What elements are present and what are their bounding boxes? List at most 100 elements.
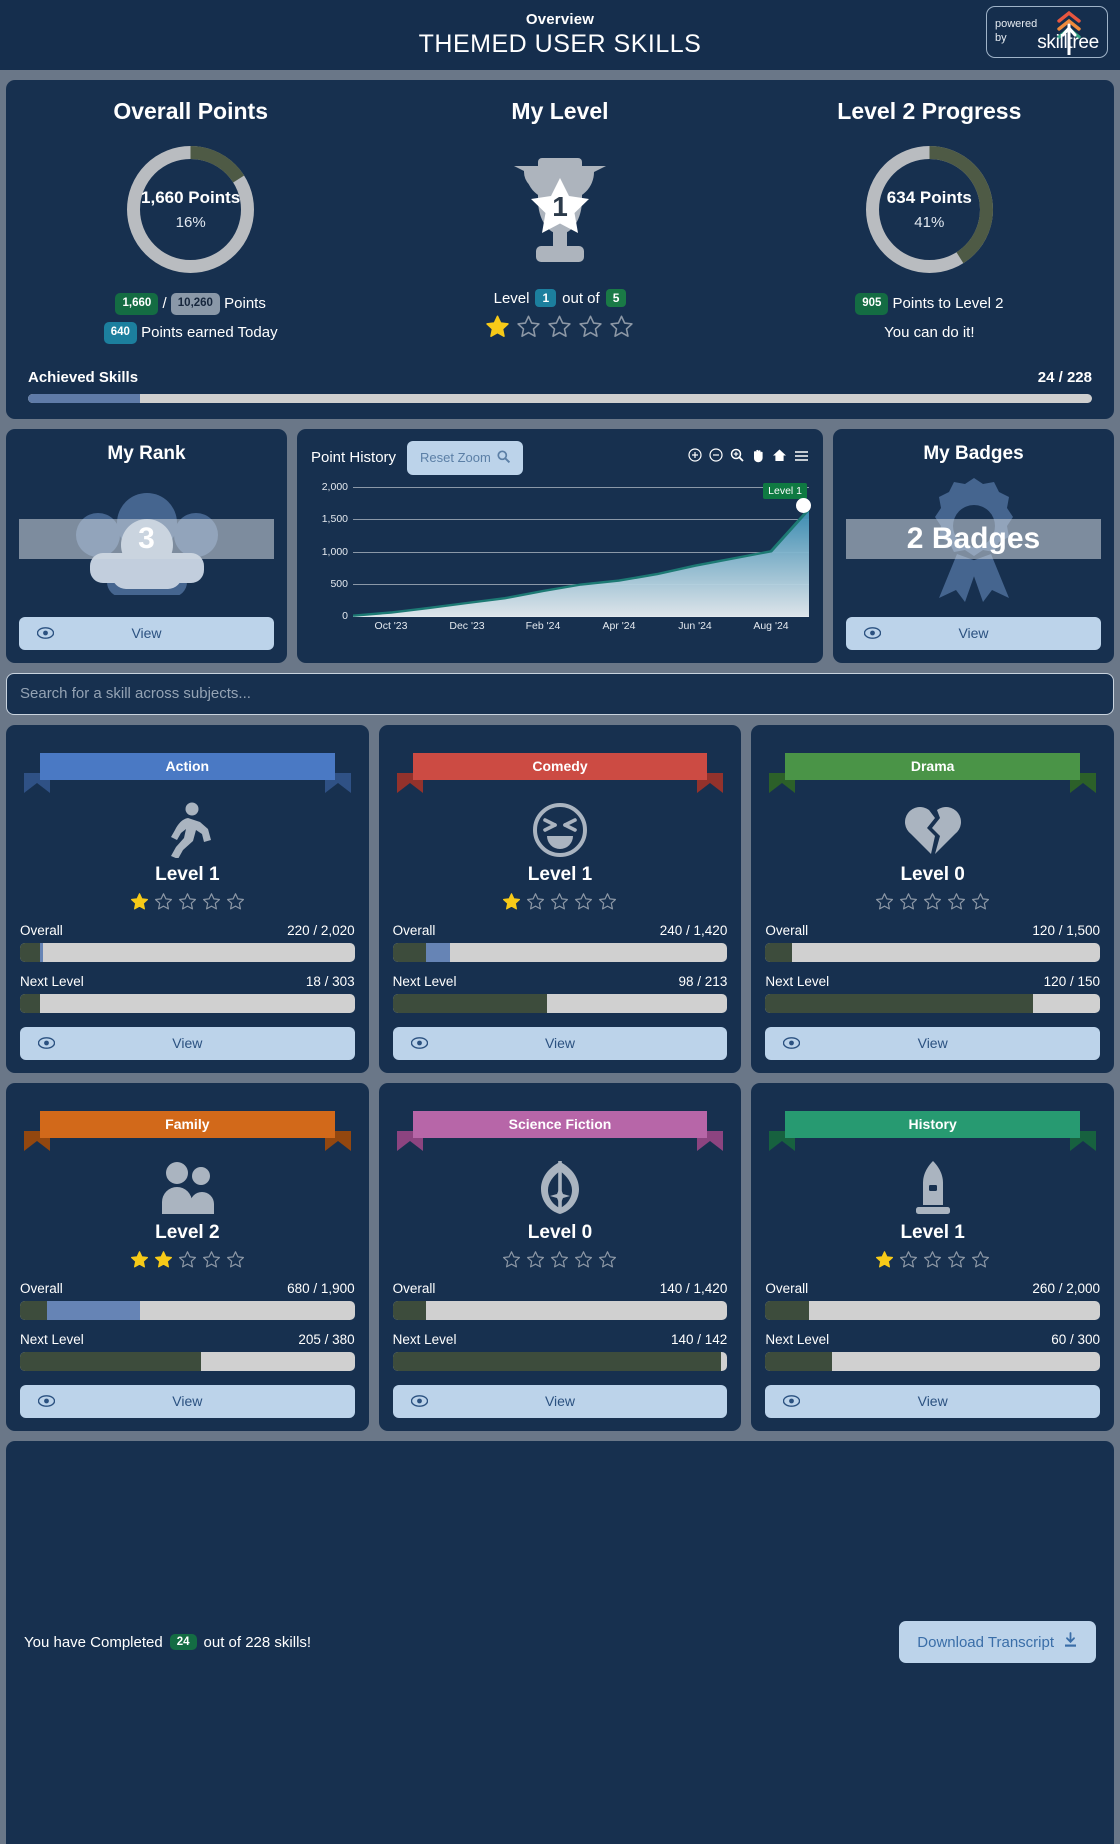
skill-ribbon: Action bbox=[24, 752, 351, 798]
menu-icon[interactable] bbox=[794, 449, 809, 467]
home-icon[interactable] bbox=[772, 448, 787, 467]
overall-progress: Overall 260 / 2,000 bbox=[765, 1281, 1100, 1320]
download-transcript-button[interactable]: Download Transcript bbox=[899, 1621, 1096, 1664]
next-level-bar bbox=[392, 1351, 728, 1371]
skill-view-button[interactable]: View bbox=[765, 1026, 1100, 1060]
page-title: THEMED USER SKILLS bbox=[418, 30, 702, 58]
overall-progress: Overall 140 / 1,420 bbox=[392, 1281, 728, 1320]
next-level-progress: Next Level 140 / 142 bbox=[392, 1331, 728, 1371]
skill-view-label: View bbox=[917, 1393, 948, 1409]
reset-zoom-button[interactable]: Reset Zoom bbox=[407, 440, 523, 475]
star-icon bbox=[154, 1250, 172, 1267]
overall-bar-olive-segment bbox=[392, 942, 427, 962]
next-level-bar bbox=[392, 993, 728, 1013]
next-level-bar-fill bbox=[392, 993, 547, 1013]
star-icon bbox=[130, 1250, 148, 1267]
skill-view-button[interactable]: View bbox=[392, 1384, 728, 1418]
star-icon bbox=[202, 892, 220, 909]
overall-progress-value: 240 / 1,420 bbox=[659, 922, 728, 938]
logo-powered-text: powered bbox=[995, 18, 1038, 31]
skill-view-button[interactable]: View bbox=[20, 1384, 355, 1418]
family-group-icon bbox=[20, 1158, 355, 1218]
pan-icon[interactable] bbox=[751, 448, 765, 468]
point-history-plot: 2,000 1,500 1,000 500 0 Level 1 bbox=[311, 481, 811, 622]
next-level-label: Next Level bbox=[20, 1331, 84, 1347]
zoom-in-icon[interactable] bbox=[688, 448, 702, 467]
star-icon bbox=[579, 315, 603, 337]
laughing-face-icon bbox=[393, 800, 728, 860]
points-word: Points bbox=[224, 295, 266, 312]
overall-progress-bar bbox=[392, 942, 728, 962]
page-header: Overview THEMED USER SKILLS powered by s… bbox=[0, 0, 1120, 70]
skill-name: History bbox=[785, 1110, 1080, 1138]
next-level-bar bbox=[765, 993, 1100, 1013]
skill-view-button[interactable]: View bbox=[765, 1384, 1100, 1418]
next-level-bar-fill bbox=[20, 1351, 201, 1371]
next-level-progress: Next Level 120 / 150 bbox=[765, 974, 1100, 1013]
overall-progress-label: Overall bbox=[765, 922, 809, 938]
skill-level: Level 2 bbox=[155, 1221, 220, 1243]
skill-view-button[interactable]: View bbox=[392, 1026, 728, 1060]
x-tick-0: Oct '23 bbox=[374, 619, 408, 632]
star-icon bbox=[551, 892, 569, 909]
trophy-icon: 1 bbox=[493, 143, 626, 276]
star-icon bbox=[503, 892, 521, 909]
star-icon bbox=[548, 315, 572, 337]
point-history-title: Point History bbox=[311, 449, 397, 466]
next-level-bar bbox=[20, 1351, 355, 1371]
eye-icon bbox=[410, 1395, 428, 1407]
level-progress-value: 634 Points bbox=[886, 188, 972, 207]
points-total-badge: 10,260 bbox=[170, 293, 220, 315]
search-input[interactable] bbox=[20, 685, 1100, 702]
overall-progress: Overall 240 / 1,420 bbox=[392, 922, 728, 962]
next-level-bar-fill bbox=[765, 993, 1034, 1013]
skill-name: Action bbox=[40, 752, 335, 780]
skill-search-bar[interactable] bbox=[6, 672, 1114, 715]
skilltree-logo[interactable]: powered by skilltree bbox=[986, 6, 1108, 58]
eye-icon bbox=[38, 1037, 55, 1049]
jedi-order-icon bbox=[393, 1158, 728, 1218]
chart-endpoint-marker bbox=[796, 497, 811, 513]
my-rank-view-label: View bbox=[131, 625, 162, 641]
my-rank-overlay: 3 bbox=[19, 518, 274, 559]
skill-ribbon: Science Fiction bbox=[396, 1110, 724, 1156]
overall-progress-value: 680 / 1,900 bbox=[287, 1280, 355, 1296]
overall-points-title: Overall Points bbox=[113, 98, 268, 124]
selection-zoom-icon[interactable] bbox=[730, 448, 744, 467]
skill-card: History Level 1 Overall 260 / 2,000 Next Lev… bbox=[751, 1082, 1114, 1431]
chart-header: Point History Reset Zoom bbox=[311, 440, 809, 475]
my-rank-card: My Rank 3 View bbox=[6, 428, 287, 663]
eye-icon bbox=[783, 1037, 801, 1049]
chart-level-annotation: Level 1 bbox=[763, 482, 807, 499]
chart-toolbar bbox=[688, 448, 809, 468]
points-slash: / bbox=[162, 295, 167, 312]
next-level-bar-fill bbox=[20, 993, 41, 1013]
skill-card: Drama Level 0 Overall 120 / 1,500 Next Level… bbox=[751, 724, 1114, 1073]
skill-card: Comedy Level 1 Overall 240 / 1,420 Next Leve… bbox=[378, 724, 742, 1073]
next-level-label: Next Level bbox=[392, 1331, 457, 1347]
skill-star-rating bbox=[393, 1250, 728, 1269]
zoom-out-icon[interactable] bbox=[709, 448, 723, 467]
next-level-label: Next Level bbox=[765, 973, 830, 989]
skill-view-label: View bbox=[544, 1393, 576, 1409]
next-level-progress: Next Level 205 / 380 bbox=[20, 1332, 355, 1371]
my-badges-view-button[interactable]: View bbox=[846, 616, 1101, 650]
logo-powered-by: powered by bbox=[995, 18, 1037, 46]
level-progress-percent: 41% bbox=[914, 214, 945, 231]
encouragement-text: You can do it! bbox=[884, 324, 975, 342]
star-icon bbox=[226, 892, 244, 909]
skill-view-button[interactable]: View bbox=[20, 1026, 355, 1060]
skill-name: Drama bbox=[785, 752, 1080, 780]
star-icon bbox=[900, 1250, 918, 1267]
overall-points-donut: 1,660 Points 16% bbox=[124, 143, 257, 276]
star-icon bbox=[575, 1250, 593, 1267]
my-rank-view-button[interactable]: View bbox=[19, 616, 274, 650]
star-icon bbox=[527, 1250, 545, 1267]
points-earned-badge: 1,660 bbox=[115, 293, 159, 315]
achieved-skills-section: Achieved Skills 24 / 228 bbox=[28, 369, 1092, 403]
my-badges-card: My Badges 2 Badges View bbox=[833, 428, 1114, 663]
achieved-skills-bar bbox=[28, 393, 1092, 403]
my-badges-overlay: 2 Badges bbox=[846, 518, 1101, 559]
skill-star-rating bbox=[20, 1250, 355, 1269]
achieved-skills-bar-fill bbox=[28, 393, 140, 403]
